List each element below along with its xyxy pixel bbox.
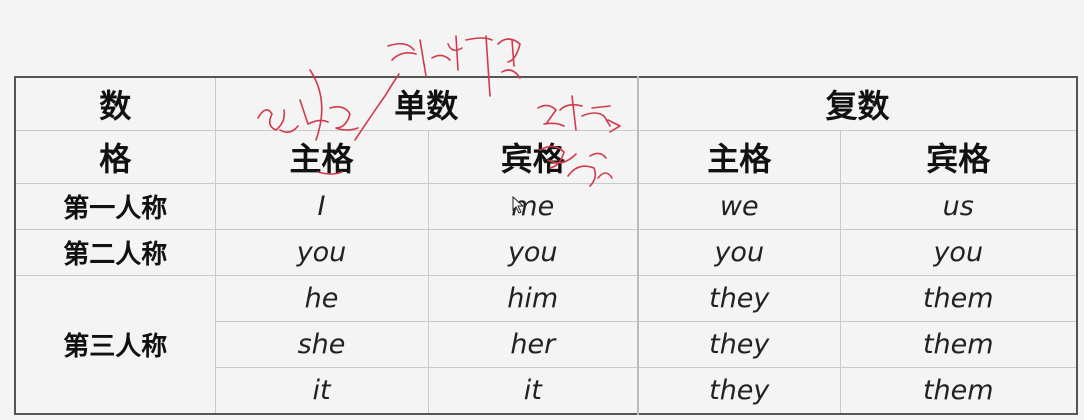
cell: them	[839, 275, 1078, 322]
cell: I	[214, 183, 429, 230]
cell: you	[637, 229, 841, 276]
cell: you	[839, 229, 1078, 276]
cell: them	[839, 321, 1078, 368]
row-label-second-person: 第二人称	[14, 229, 216, 276]
cell: they	[637, 275, 841, 322]
cell: it	[427, 367, 640, 414]
table-row-third-person-1: 第三人称 he him they them	[14, 275, 1078, 414]
header-number: 数	[14, 76, 216, 131]
cell: you	[214, 229, 429, 276]
table-row-second-person: 第二人称 you you you you	[14, 229, 1078, 276]
cell: we	[637, 183, 841, 230]
cell: him	[427, 275, 640, 322]
cell: me	[427, 183, 640, 230]
cell: her	[427, 321, 640, 368]
cell: you	[427, 229, 640, 276]
cell: they	[637, 367, 841, 414]
cell: us	[839, 183, 1078, 230]
mouse-cursor-icon	[512, 196, 525, 214]
header-singular: 单数	[214, 76, 640, 131]
table-row-first-person: 第一人称 I me we us	[14, 183, 1078, 230]
cell: she	[214, 321, 429, 368]
row-label-third-person: 第三人称	[14, 275, 216, 414]
cell: them	[839, 367, 1078, 414]
header-plural: 复数	[637, 76, 1078, 131]
header-objective-plural: 宾格	[839, 130, 1078, 184]
cell: he	[214, 275, 429, 322]
header-objective-singular: 宾格	[427, 130, 640, 184]
pronoun-case-table: 数 单数 复数 格 主格 宾格 主格 宾格 第一人称 I me we us 第二…	[14, 76, 1079, 415]
header-nominative-singular: 主格	[214, 130, 429, 184]
header-nominative-plural: 主格	[637, 130, 841, 184]
header-case: 格	[14, 130, 216, 184]
row-label-first-person: 第一人称	[14, 183, 216, 230]
cell: it	[214, 367, 429, 414]
cell: they	[637, 321, 841, 368]
